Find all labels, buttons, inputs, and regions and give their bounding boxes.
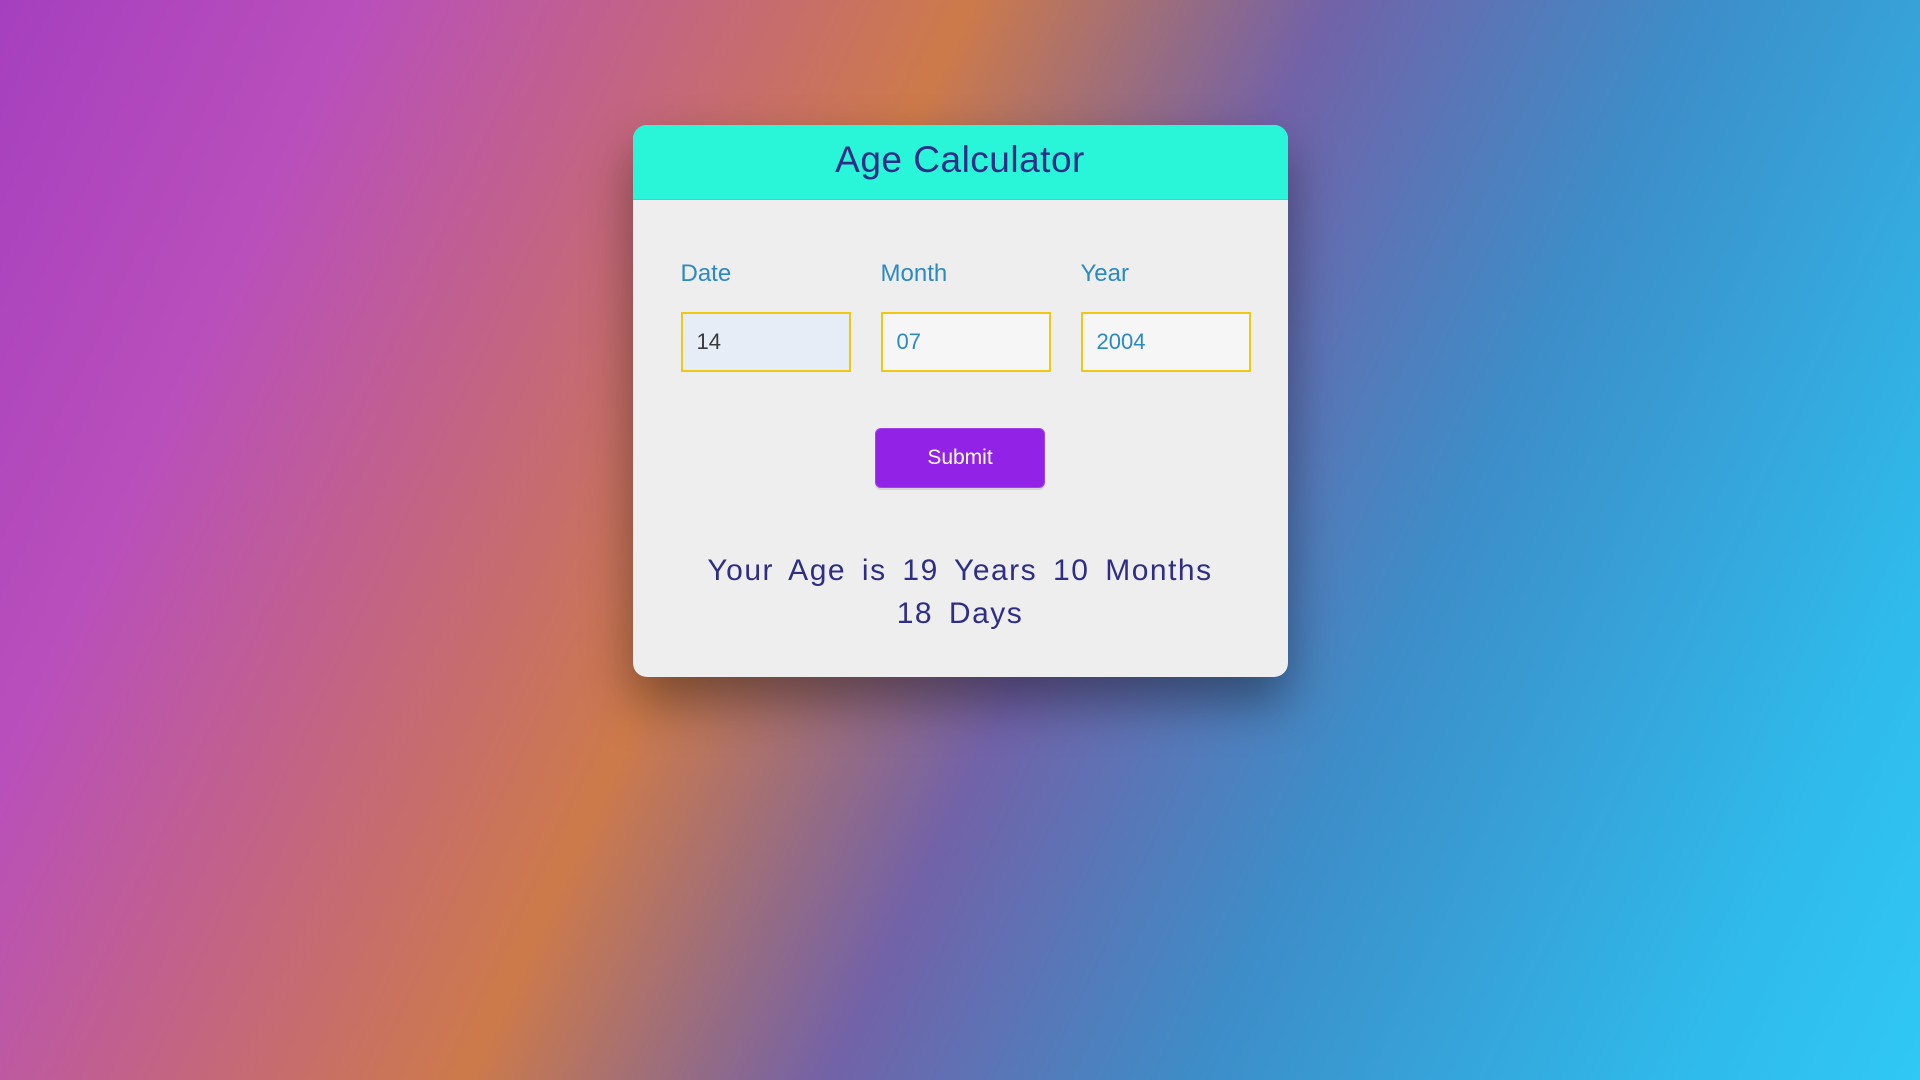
month-label: Month: [881, 260, 1051, 288]
date-input[interactable]: [681, 312, 851, 372]
result-text: Your Age is 19 Years 10 Months 18 Days: [691, 550, 1230, 635]
year-input[interactable]: [1081, 312, 1251, 372]
month-field-group: Month: [881, 260, 1051, 372]
year-label: Year: [1081, 260, 1251, 288]
card-header: Age Calculator: [633, 125, 1288, 200]
year-field-group: Year: [1081, 260, 1251, 372]
result-block: Your Age is 19 Years 10 Months 18 Days: [681, 550, 1240, 647]
card-body: Date Month Year Submit Your Age is 19 Ye…: [633, 200, 1288, 677]
card-title: Age Calculator: [633, 139, 1288, 181]
input-row: Date Month Year: [681, 260, 1240, 372]
month-input[interactable]: [881, 312, 1051, 372]
date-label: Date: [681, 260, 851, 288]
actions-row: Submit: [681, 428, 1240, 488]
submit-button[interactable]: Submit: [875, 428, 1044, 488]
age-calculator-card: Age Calculator Date Month Year Submit Yo…: [633, 125, 1288, 677]
date-field-group: Date: [681, 260, 851, 372]
